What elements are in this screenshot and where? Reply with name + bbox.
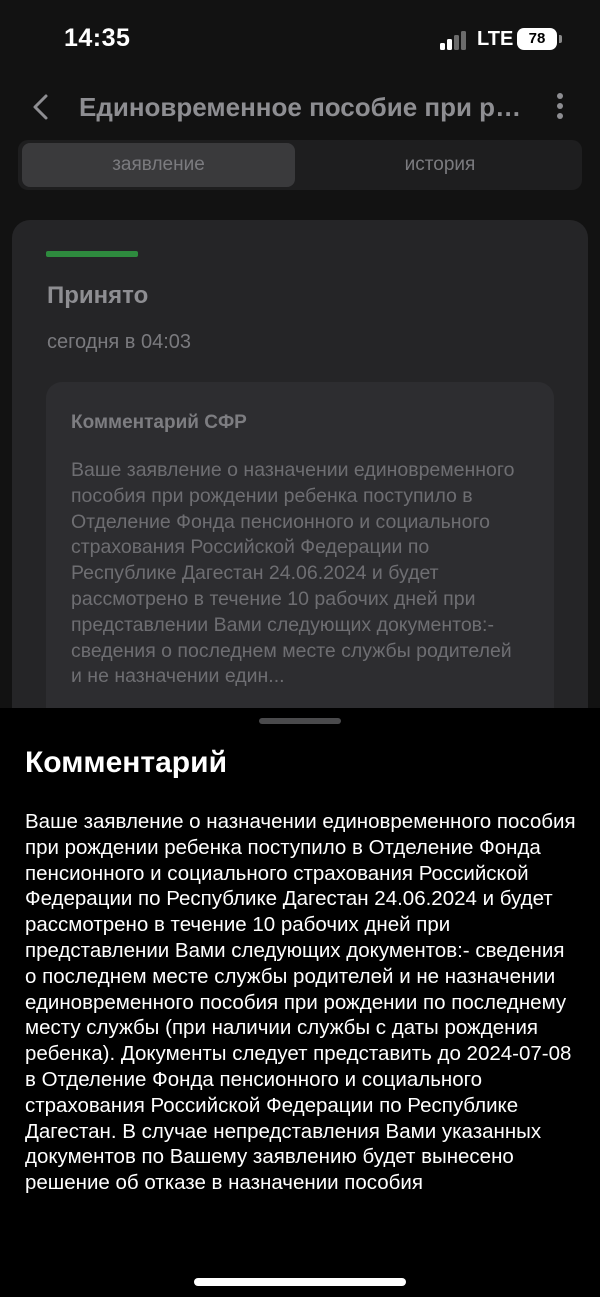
status-date: сегодня в 04:03 xyxy=(47,331,191,353)
sheet-drag-handle[interactable] xyxy=(259,718,341,724)
sheet-comment-text: Ваше заявление о назначении единовременн… xyxy=(25,810,576,1195)
comment-preview-box[interactable]: Комментарий СФР Ваше заявление о назначе… xyxy=(46,382,554,762)
segmented-control: заявление история xyxy=(18,140,582,190)
status-bar: 14:35 LTE 78 xyxy=(0,0,600,80)
cellular-signal-icon xyxy=(440,30,468,50)
comment-preview-text: Ваше заявление о назначении единовременн… xyxy=(71,459,515,688)
status-card: Принято сегодня в 04:03 Комментарий СФР … xyxy=(12,220,588,762)
tab-history[interactable]: история xyxy=(301,143,579,187)
back-arrow-icon[interactable] xyxy=(28,90,56,124)
comment-preview-title: Комментарий СФР xyxy=(71,412,247,433)
battery-tip xyxy=(559,35,562,43)
dimmed-background[interactable]: 14:35 LTE 78 Единовременное пособие при … xyxy=(0,0,600,762)
sheet-title: Комментарий xyxy=(25,746,228,779)
page-title: Единовременное пособие при рождении ребе… xyxy=(79,92,529,122)
battery-icon: 78 xyxy=(517,28,557,50)
app-screen: 14:35 LTE 78 Единовременное пособие при … xyxy=(0,0,600,1297)
network-type: LTE xyxy=(477,28,514,50)
home-indicator[interactable] xyxy=(194,1278,406,1286)
status-title: Принято xyxy=(47,282,149,309)
more-vertical-icon[interactable] xyxy=(548,90,572,124)
navigation-bar: Единовременное пособие при рождении ребе… xyxy=(0,80,600,136)
status-indicator-bar xyxy=(46,251,138,257)
comment-bottom-sheet: Комментарий Ваше заявление о назначении … xyxy=(0,708,600,1297)
tab-application[interactable]: заявление xyxy=(22,143,295,187)
status-time: 14:35 xyxy=(64,24,131,52)
